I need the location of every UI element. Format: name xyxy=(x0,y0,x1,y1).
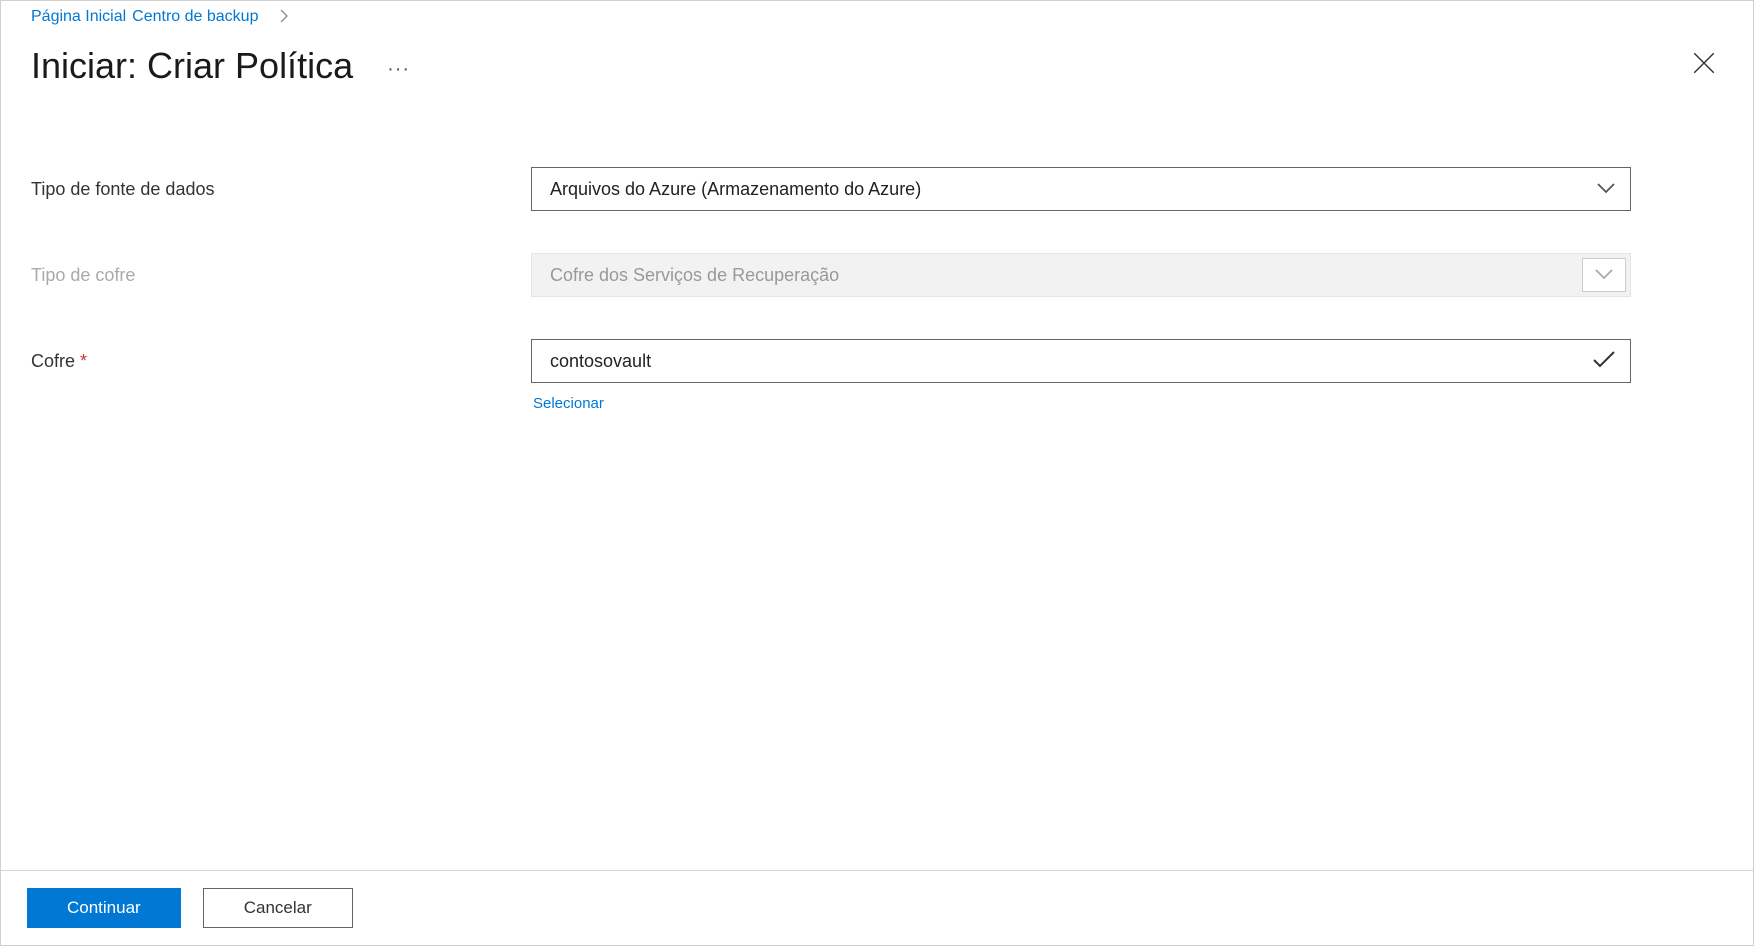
page-title-text: Iniciar: Criar Política xyxy=(31,45,353,87)
vault-type-value: Cofre dos Serviços de Recuperação xyxy=(550,265,839,286)
breadcrumb-section-link[interactable]: Centro de backup xyxy=(132,8,258,26)
breadcrumb: Página Inicial Centro de backup xyxy=(1,1,1753,28)
page-title: Iniciar: Criar Política ··· xyxy=(31,45,410,87)
chevron-right-icon xyxy=(280,9,288,26)
datasource-type-label: Tipo de fonte de dados xyxy=(31,179,531,200)
chevron-down-icon xyxy=(1596,179,1616,200)
chevron-down-icon xyxy=(1594,265,1614,286)
vault-value: contosovault xyxy=(550,351,651,372)
vault-select[interactable]: contosovault xyxy=(531,339,1631,383)
vault-row: Cofre* contosovault xyxy=(31,339,1723,383)
datasource-type-row: Tipo de fonte de dados Arquivos do Azure… xyxy=(31,167,1723,211)
footer: Continuar Cancelar xyxy=(1,870,1753,945)
cancel-button[interactable]: Cancelar xyxy=(203,888,353,928)
datasource-type-value: Arquivos do Azure (Armazenamento do Azur… xyxy=(550,179,921,200)
vault-type-row: Tipo de cofre Cofre dos Serviços de Recu… xyxy=(31,253,1723,297)
breadcrumb-home-link[interactable]: Página Inicial xyxy=(31,8,126,26)
close-icon xyxy=(1691,63,1717,80)
vault-type-label: Tipo de cofre xyxy=(31,265,531,286)
datasource-type-select[interactable]: Arquivos do Azure (Armazenamento do Azur… xyxy=(531,167,1631,211)
close-button[interactable] xyxy=(1685,44,1723,87)
more-icon[interactable]: ··· xyxy=(387,58,410,81)
continue-button[interactable]: Continuar xyxy=(27,888,181,928)
checkmark-icon xyxy=(1592,350,1616,373)
vault-select-link[interactable]: Selecionar xyxy=(531,395,604,412)
vault-type-select: Cofre dos Serviços de Recuperação xyxy=(531,253,1631,297)
vault-label: Cofre* xyxy=(31,351,531,372)
required-asterisk: * xyxy=(80,351,87,371)
